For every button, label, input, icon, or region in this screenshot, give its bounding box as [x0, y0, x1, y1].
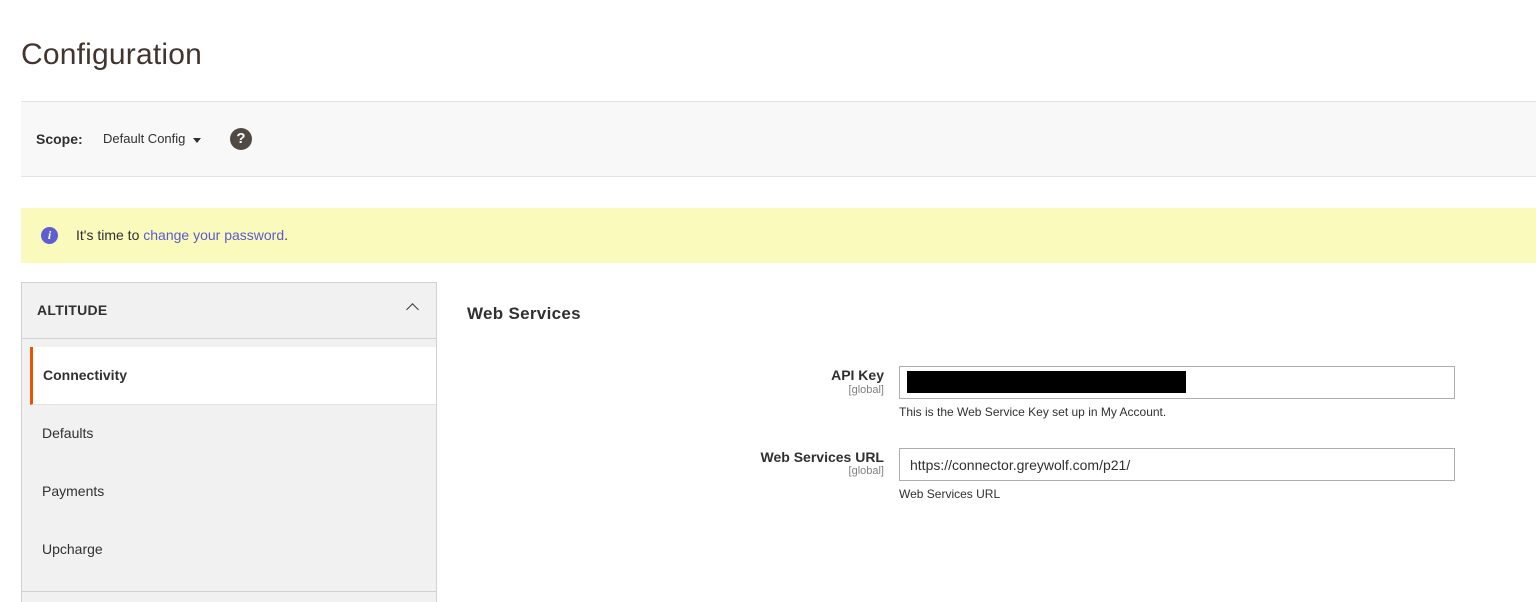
scope-label: Scope:: [36, 131, 83, 147]
api-key-label: API Key: [831, 367, 884, 383]
sidebar-item-label: Defaults: [42, 425, 94, 441]
api-key-note: This is the Web Service Key set up in My…: [899, 405, 1167, 419]
web-services-url-input[interactable]: [899, 448, 1455, 481]
chevron-up-icon[interactable]: [406, 303, 419, 316]
info-icon: i: [41, 227, 58, 244]
sidebar-item-payments[interactable]: Payments: [30, 463, 436, 521]
help-icon[interactable]: ?: [230, 128, 252, 150]
password-notice: i It's time to change your password.: [21, 208, 1536, 263]
sidebar-item-label: Payments: [42, 483, 105, 499]
notice-prefix: It's time to: [76, 227, 144, 243]
sidebar-item-defaults[interactable]: Defaults: [30, 405, 436, 463]
redacted-value: [907, 371, 1186, 393]
web-services-url-label: Web Services URL: [760, 449, 884, 465]
sidebar-section-altitude[interactable]: ALTITUDE: [22, 283, 436, 339]
notice-text: It's time to change your password.: [76, 227, 288, 243]
page-title: Configuration: [21, 38, 203, 71]
configuration-page: Configuration Scope: Default Config ? i …: [0, 0, 1536, 602]
sidebar-item-label: Connectivity: [43, 367, 128, 383]
config-sidebar: ALTITUDE Connectivity Defaults Payments …: [21, 282, 437, 602]
scope-selected: Default Config: [103, 131, 186, 146]
scope-switcher[interactable]: Default Config: [103, 131, 202, 146]
sidebar-section-title: ALTITUDE: [37, 302, 108, 318]
web-services-url-note: Web Services URL: [899, 487, 1001, 501]
web-services-url-scope: [global]: [848, 465, 884, 477]
caret-down-icon: [193, 138, 202, 144]
scope-bar: Scope: Default Config ?: [21, 101, 1536, 177]
api-key-scope: [global]: [848, 384, 884, 396]
change-password-link[interactable]: change your password: [143, 227, 284, 243]
sidebar-divider: [22, 591, 436, 592]
notice-suffix: .: [284, 227, 289, 243]
sidebar-item-connectivity[interactable]: Connectivity: [30, 347, 436, 405]
sidebar-item-label: Upcharge: [42, 541, 103, 557]
section-title: Web Services: [467, 304, 581, 323]
sidebar-item-upcharge[interactable]: Upcharge: [30, 521, 436, 579]
